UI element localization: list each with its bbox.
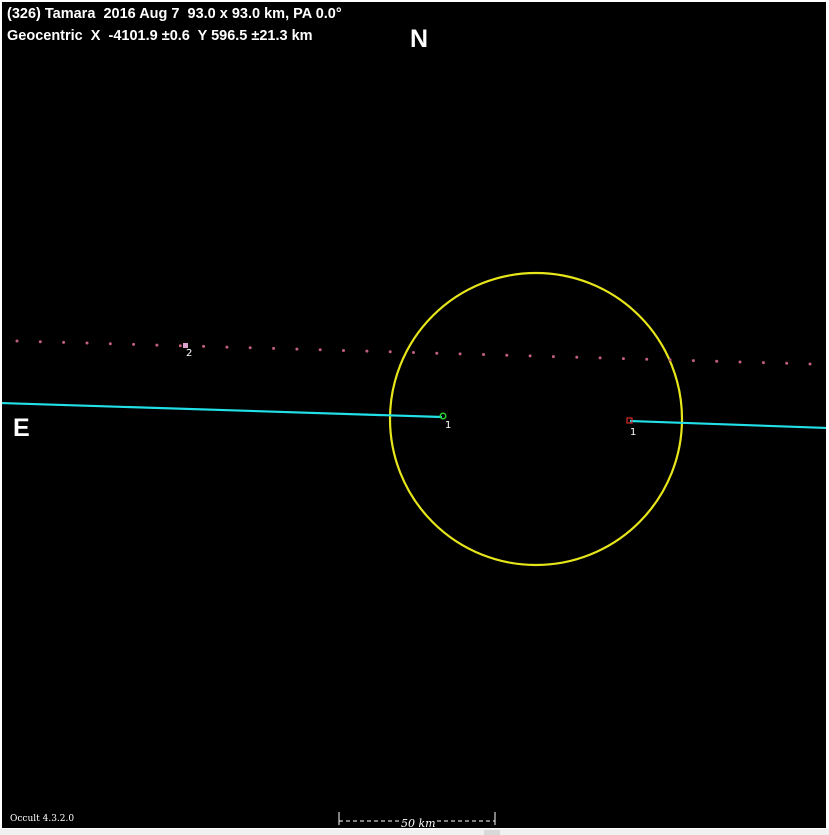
miss-chord-dot: [225, 345, 229, 349]
miss-chord-dot: [645, 357, 649, 361]
miss-chord-dot: [295, 347, 299, 351]
chord-2-label: 2: [186, 348, 193, 359]
version-label: Occult 4.3.2.0: [10, 814, 75, 824]
miss-chord-dot: [621, 357, 625, 361]
miss-chord-dot: [738, 360, 742, 364]
miss-chord-dot: [85, 341, 89, 345]
miss-chord-dot: [388, 350, 392, 354]
miss-chord-dot: [528, 354, 532, 358]
miss-chord-dot: [15, 339, 19, 343]
plot-window: (326) Tamara 2016 Aug 7 93.0 x 93.0 km, …: [0, 0, 829, 835]
miss-chord-dot: [248, 346, 252, 350]
miss-chord-dot: [365, 349, 369, 353]
east-indicator: E: [13, 414, 30, 442]
chord-1-disappear-label: 1: [445, 420, 452, 431]
miss-chord-dot: [342, 349, 345, 352]
chord-2-miss-line: [15, 339, 812, 366]
miss-chord-dot: [435, 351, 439, 355]
miss-chord-dot: [108, 342, 112, 346]
miss-chord-dot: [715, 359, 719, 363]
miss-chord-dot: [598, 356, 602, 360]
miss-chord-dot: [808, 362, 812, 366]
geocentric-coordinates: Geocentric X -4101.9 ±0.6 Y 596.5 ±21.3 …: [7, 28, 313, 44]
miss-chord-dot: [482, 353, 485, 356]
miss-chord-dot: [458, 352, 462, 356]
miss-chord-dot: [412, 351, 415, 354]
resize-grip[interactable]: [484, 830, 500, 835]
miss-chord-dot: [62, 340, 66, 344]
window-bottom-edge: [0, 829, 829, 835]
miss-chord-dot: [785, 361, 789, 365]
chord-1-reappear-label: 1: [630, 427, 637, 438]
miss-chord-dot: [575, 355, 579, 359]
miss-chord-dot: [551, 355, 555, 359]
plot-canvas: [2, 271, 826, 825]
miss-chord-dot: [132, 342, 136, 346]
miss-chord-dot: [691, 359, 695, 363]
chord-1-west-segment: [2, 401, 443, 419]
north-indicator: N: [410, 25, 429, 53]
occultation-plot: (326) Tamara 2016 Aug 7 93.0 x 93.0 km, …: [2, 2, 826, 828]
miss-chord-dot: [178, 344, 182, 348]
scale-label: 50 km: [400, 817, 437, 828]
miss-chord-dot: [318, 348, 322, 352]
miss-chord-dot: [761, 361, 765, 365]
miss-chord-dot: [668, 358, 672, 362]
miss-chord-dot: [155, 343, 159, 347]
plot-title: (326) Tamara 2016 Aug 7 93.0 x 93.0 km, …: [7, 6, 342, 22]
miss-chord-dot: [38, 340, 42, 344]
chord-1-east-segment: [629, 419, 826, 430]
miss-chord-dot: [202, 344, 206, 348]
miss-chord-dot: [505, 353, 509, 357]
asteroid-outline: [388, 271, 684, 567]
miss-chord-dot: [272, 346, 276, 350]
